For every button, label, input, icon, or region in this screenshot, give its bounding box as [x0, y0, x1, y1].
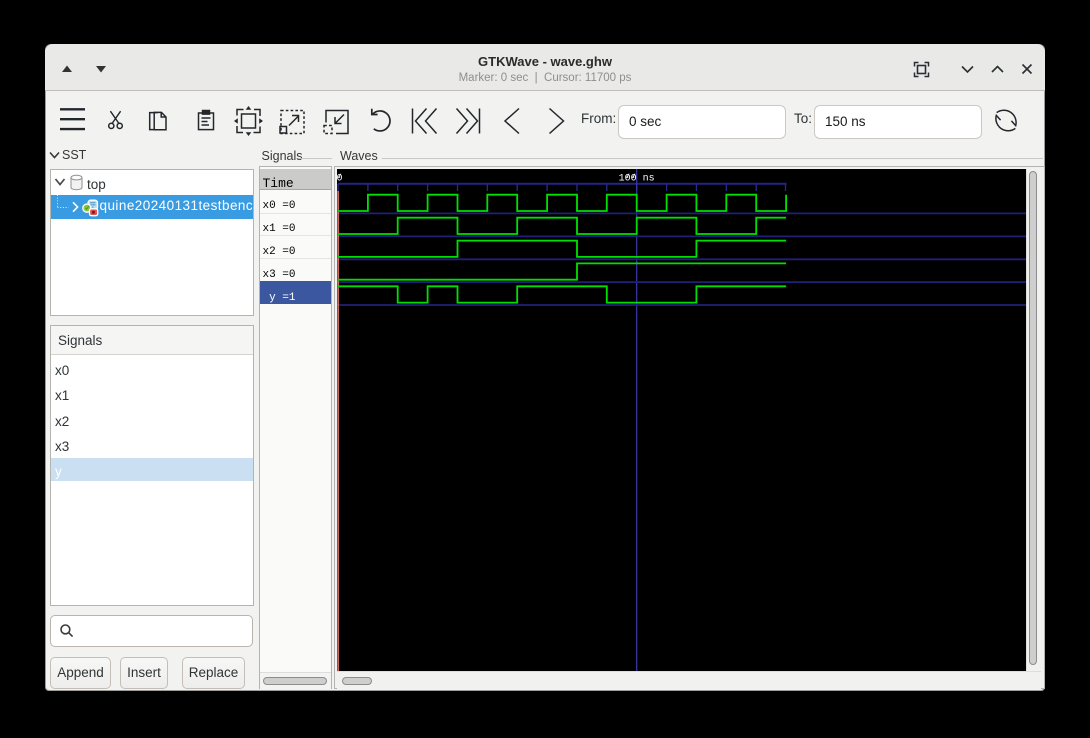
svg-text:100 ns: 100 ns	[619, 173, 655, 184]
